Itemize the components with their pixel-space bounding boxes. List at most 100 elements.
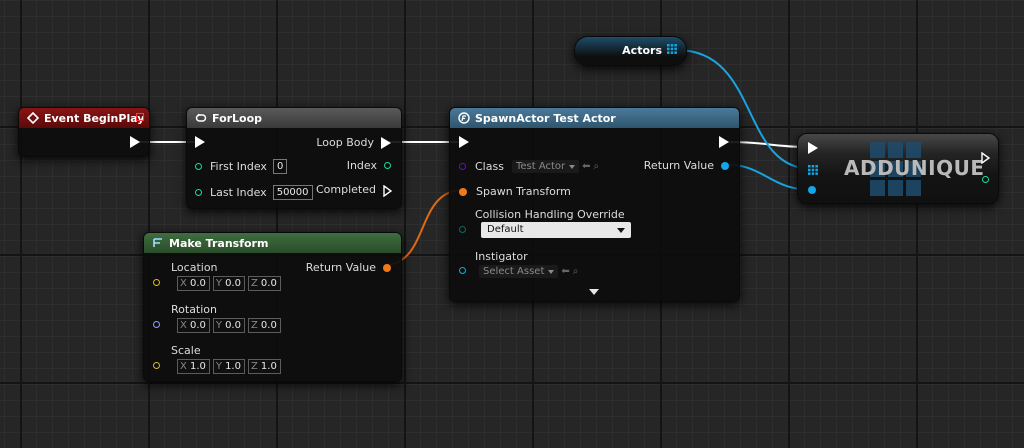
completed-pin-row: Completed bbox=[316, 183, 393, 197]
class-pin-row: Class Test Actor ⬅ ⌕ bbox=[459, 160, 599, 173]
instigator-pin-row: Instigator Select Asset ⬅ ⌕ bbox=[459, 250, 578, 278]
instigator-label: Instigator bbox=[475, 250, 528, 263]
rotation-label: Rotation bbox=[171, 303, 218, 316]
last-index-input[interactable]: 50000 bbox=[272, 185, 313, 200]
spawn-return-label: Return Value bbox=[643, 159, 714, 172]
int-pin-icon[interactable] bbox=[195, 163, 202, 170]
last-index-label: Last Index bbox=[210, 186, 267, 199]
spawnactor-exec-in[interactable] bbox=[459, 136, 469, 148]
addunique-exec-in[interactable] bbox=[808, 142, 818, 154]
object-pin-icon[interactable] bbox=[721, 161, 729, 170]
index-pin-row: Index bbox=[347, 159, 391, 172]
rotation-y-field[interactable]: Y 0.0 bbox=[212, 318, 245, 333]
struct-pin-icon[interactable] bbox=[459, 187, 467, 196]
rotation-x-field[interactable]: X 0.0 bbox=[177, 318, 210, 333]
actors-pin-row: Actors bbox=[622, 44, 677, 57]
spawnactor-exec-out[interactable] bbox=[719, 136, 729, 148]
scale-x-field[interactable]: X 1.0 bbox=[177, 359, 210, 374]
exec-out-icon[interactable] bbox=[130, 136, 140, 148]
scale-y-field[interactable]: Y 1.0 bbox=[212, 359, 245, 374]
scale-label: Scale bbox=[171, 344, 201, 357]
rotation-pin-row: Rotation X 0.0 Y 0.0 Z 0.0 bbox=[153, 303, 284, 333]
location-vector-fields: X 0.0 Y 0.0 Z 0.0 bbox=[177, 276, 284, 291]
enum-pin-icon[interactable] bbox=[459, 226, 466, 233]
rotation-vector-fields: X 0.0 Y 0.0 Z 0.0 bbox=[177, 318, 284, 333]
collision-dropdown-value: Default bbox=[487, 224, 524, 235]
addunique-node[interactable]: ADDUNIQUE bbox=[797, 133, 999, 204]
addunique-item-in[interactable] bbox=[808, 186, 816, 194]
location-label: Location bbox=[171, 261, 218, 274]
scale-vector-fields: X 1.0 Y 1.0 Z 1.0 bbox=[177, 359, 284, 374]
browse-search-icon[interactable]: ⌕ bbox=[573, 266, 579, 277]
spawn-transform-pin-row: Spawn Transform bbox=[459, 185, 571, 198]
browse-search-icon[interactable]: ⌕ bbox=[594, 161, 600, 172]
transform-return-pin-row: Return Value bbox=[306, 261, 391, 274]
first-index-label: First Index bbox=[210, 160, 267, 173]
class-pin-icon[interactable] bbox=[459, 163, 466, 170]
use-selected-arrow-icon[interactable]: ⬅ bbox=[582, 161, 590, 172]
event-diamond-icon bbox=[26, 111, 40, 125]
exec-in-icon[interactable] bbox=[459, 136, 469, 148]
rotator-pin-icon[interactable] bbox=[153, 320, 160, 328]
completed-label: Completed bbox=[316, 183, 376, 196]
int-pin-icon[interactable] bbox=[384, 162, 391, 169]
vector-pin-icon[interactable] bbox=[153, 278, 160, 286]
exec-in-icon[interactable] bbox=[195, 136, 205, 148]
last-index-pin-row: Last Index 50000 bbox=[195, 185, 313, 200]
scale-z-field[interactable]: Z 1.0 bbox=[247, 359, 281, 374]
spawnactor-header: SpawnActor Test Actor bbox=[450, 108, 739, 128]
addunique-exec-out[interactable] bbox=[981, 151, 991, 165]
forloop-title: ForLoop bbox=[212, 111, 263, 125]
scale-pin-row: Scale X 1.0 Y 1.0 Z 1.0 bbox=[153, 344, 284, 374]
exec-out-hollow-icon[interactable] bbox=[383, 184, 393, 197]
blueprint-graph-canvas[interactable]: Event BeginPlay ForLoop First Index 0 La… bbox=[0, 0, 1024, 448]
event-beginplay-header: Event BeginPlay bbox=[19, 108, 149, 128]
object-pin-icon[interactable] bbox=[808, 186, 816, 194]
struct-pin-icon[interactable] bbox=[383, 263, 391, 272]
spawnactor-title: SpawnActor Test Actor bbox=[475, 111, 616, 125]
advanced-pins-expand-icon[interactable] bbox=[589, 289, 599, 295]
forloop-header: ForLoop bbox=[187, 108, 401, 128]
addunique-index-out[interactable] bbox=[982, 176, 989, 183]
collision-dropdown[interactable]: Default bbox=[481, 222, 631, 238]
array-grid-icon[interactable] bbox=[667, 44, 677, 57]
chevron-down-icon bbox=[617, 228, 625, 233]
first-index-pin-row: First Index 0 bbox=[195, 159, 288, 174]
first-index-input[interactable]: 0 bbox=[272, 159, 288, 174]
int-pin-icon[interactable] bbox=[982, 176, 989, 183]
vector-pin-icon[interactable] bbox=[153, 361, 160, 369]
make-transform-title: Make Transform bbox=[169, 236, 269, 250]
actors-label: Actors bbox=[622, 44, 662, 57]
location-y-field[interactable]: Y 0.0 bbox=[212, 276, 245, 291]
int-pin-icon[interactable] bbox=[195, 189, 202, 196]
spawnactor-node[interactable]: SpawnActor Test Actor Class Test Actor ⬅… bbox=[449, 107, 740, 302]
forloop-exec-in[interactable] bbox=[195, 136, 205, 148]
instigator-select[interactable]: Select Asset bbox=[479, 265, 559, 278]
event-delegate-pin[interactable] bbox=[136, 113, 144, 121]
class-select[interactable]: Test Actor bbox=[511, 160, 580, 173]
location-z-field[interactable]: Z 0.0 bbox=[247, 276, 281, 291]
addunique-array-in[interactable] bbox=[808, 165, 818, 178]
exec-out-icon[interactable] bbox=[719, 136, 729, 148]
use-selected-arrow-icon[interactable]: ⬅ bbox=[561, 266, 569, 277]
forloop-node[interactable]: ForLoop First Index 0 Last Index 50000 L… bbox=[186, 107, 402, 209]
class-label: Class bbox=[475, 160, 504, 173]
pure-function-icon bbox=[152, 237, 164, 249]
object-pin-icon[interactable] bbox=[459, 266, 466, 274]
index-label: Index bbox=[346, 159, 377, 172]
exec-out-hollow-icon[interactable] bbox=[981, 151, 991, 165]
make-transform-header: Make Transform bbox=[144, 233, 401, 253]
loop-body-label: Loop Body bbox=[316, 136, 374, 149]
spawn-return-pin-row: Return Value bbox=[644, 159, 729, 172]
location-x-field[interactable]: X 0.0 bbox=[177, 276, 210, 291]
array-grid-icon[interactable] bbox=[808, 165, 818, 178]
exec-out-icon[interactable] bbox=[381, 136, 391, 149]
function-f-icon bbox=[458, 112, 470, 124]
event-beginplay-node[interactable]: Event BeginPlay bbox=[18, 107, 150, 157]
make-transform-node[interactable]: Make Transform Location X 0.0 Y 0.0 Z 0.0 R… bbox=[143, 232, 402, 382]
location-pin-row: Location X 0.0 Y 0.0 Z 0.0 bbox=[153, 261, 284, 291]
actors-variable-node[interactable]: Actors bbox=[574, 36, 687, 66]
exec-in-icon[interactable] bbox=[808, 142, 818, 154]
beginplay-exec-out[interactable] bbox=[130, 136, 140, 148]
rotation-z-field[interactable]: Z 0.0 bbox=[247, 318, 281, 333]
